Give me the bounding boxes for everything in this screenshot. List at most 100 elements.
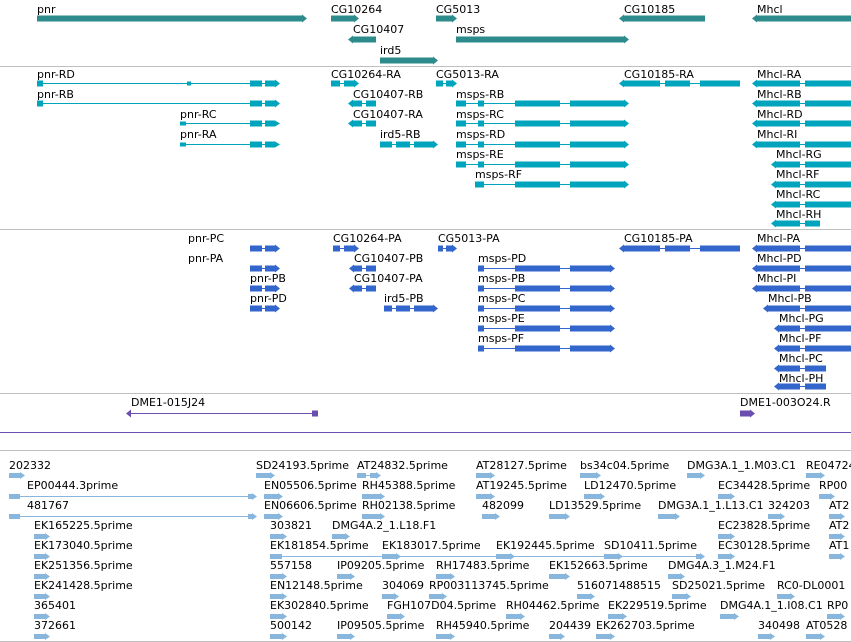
feature-label[interactable]: pnr-RD (37, 68, 75, 81)
feature-label[interactable]: ird5-RB (380, 128, 421, 141)
feature-label[interactable]: Mhcl (757, 3, 783, 16)
feature-label[interactable]: CG10407-RB (353, 88, 423, 101)
feature-glyph[interactable] (438, 244, 457, 253)
feature-glyph[interactable] (384, 304, 438, 313)
feature-label[interactable]: EK165225.5prime (34, 519, 133, 532)
feature-label[interactable]: DME1-015J24 (131, 396, 205, 409)
feature-label[interactable]: Mhcl-PH (779, 372, 823, 385)
feature-label[interactable]: pnr-PA (188, 252, 223, 265)
feature-label[interactable]: IP09205.5prime (337, 559, 424, 572)
feature-label[interactable]: DMG4A.1_1.I08.C1 (720, 599, 823, 612)
feature-glyph[interactable] (720, 613, 739, 620)
feature-label[interactable]: EC23828.5prime (718, 519, 810, 532)
feature-label[interactable]: 365401 (34, 599, 76, 612)
feature-label[interactable]: EK152663.5prime (549, 559, 648, 572)
feature-label[interactable]: pnr (37, 3, 55, 16)
feature-glyph[interactable] (482, 513, 500, 520)
feature-glyph[interactable] (806, 472, 825, 479)
feature-label[interactable]: EP00444.3prime (27, 479, 118, 492)
feature-label[interactable]: 557158 (270, 559, 312, 572)
feature-label[interactable]: LD13529.5prime (549, 499, 641, 512)
feature-label[interactable]: RC0-DL0001 (777, 579, 845, 592)
feature-label[interactable]: EK183017.5prime (382, 539, 481, 552)
feature-label[interactable]: msps-PF (478, 332, 524, 345)
feature-glyph[interactable] (180, 120, 280, 127)
feature-label[interactable]: AT19245.5prime (476, 479, 567, 492)
feature-label[interactable]: msps-RB (456, 88, 504, 101)
feature-label[interactable]: DMG4A.3_1.M24.F1 (668, 559, 776, 572)
feature-label[interactable]: RH17483.5prime (436, 559, 529, 572)
feature-label[interactable]: ird5 (380, 44, 401, 57)
feature-label[interactable]: CG5013-RA (436, 68, 499, 81)
feature-label[interactable]: pnr-PB (250, 272, 286, 285)
feature-glyph[interactable] (687, 472, 705, 479)
feature-glyph[interactable] (126, 409, 318, 418)
feature-label[interactable]: CG10185-PA (624, 232, 693, 245)
feature-label[interactable]: CG5013-PA (438, 232, 500, 245)
feature-label[interactable]: Mhcl-RA (757, 68, 801, 81)
feature-glyph[interactable] (476, 472, 495, 479)
feature-label[interactable]: 372661 (34, 619, 76, 632)
feature-glyph[interactable] (9, 472, 25, 479)
feature-label[interactable]: EK302840.5prime (270, 599, 369, 612)
feature-glyph[interactable] (436, 633, 455, 640)
feature-glyph[interactable] (348, 35, 376, 44)
feature-label[interactable]: RH45388.5prime (362, 479, 455, 492)
feature-label[interactable]: 482099 (482, 499, 524, 512)
feature-glyph[interactable] (456, 35, 629, 44)
feature-label[interactable]: Mhcl-PG (779, 312, 824, 325)
feature-label[interactable]: msps-RE (456, 148, 504, 161)
feature-label[interactable]: RH45940.5prime (436, 619, 529, 632)
feature-label[interactable]: Mhcl-PA (757, 232, 800, 245)
feature-label[interactable]: msps-RF (475, 168, 522, 181)
feature-glyph[interactable] (357, 472, 381, 479)
feature-label[interactable]: 324203 (768, 499, 810, 512)
feature-label[interactable]: EN05506.5prime (264, 479, 357, 492)
feature-glyph[interactable] (180, 141, 280, 148)
feature-label[interactable]: 516071488515 (577, 579, 661, 592)
feature-label[interactable]: EC30128.5prime (718, 539, 810, 552)
feature-glyph[interactable] (250, 244, 280, 253)
feature-glyph[interactable] (337, 633, 355, 640)
feature-label[interactable]: DMG3A.1_1.M03.C1 (687, 459, 796, 472)
feature-glyph[interactable] (250, 304, 280, 313)
feature-glyph[interactable] (619, 244, 740, 253)
feature-glyph[interactable] (806, 633, 825, 640)
feature-label[interactable]: RH04462.5prime (506, 599, 599, 612)
feature-label[interactable]: CG10264-RA (331, 68, 401, 81)
feature-label[interactable]: pnr-RB (37, 88, 74, 101)
feature-label[interactable]: DME1-003O24.R (740, 396, 831, 409)
feature-label[interactable]: 204439 (549, 619, 591, 632)
feature-label[interactable]: EN12148.5prime (270, 579, 363, 592)
feature-label[interactable]: EK229519.5prime (608, 599, 707, 612)
feature-glyph[interactable] (349, 284, 376, 293)
feature-glyph[interactable] (829, 553, 845, 560)
feature-label[interactable]: EC34428.5prime (718, 479, 810, 492)
feature-label[interactable]: Mhcl-PI (757, 272, 796, 285)
feature-label[interactable]: AT2 (829, 499, 849, 512)
feature-label[interactable]: SD25021.5prime (672, 579, 765, 592)
feature-label[interactable]: CG10185-RA (624, 68, 694, 81)
feature-label[interactable]: pnr-RC (180, 108, 217, 121)
feature-label[interactable]: CG10264 (331, 3, 382, 16)
feature-label[interactable]: CG10185 (624, 3, 675, 16)
feature-label[interactable]: pnr-RA (180, 128, 216, 141)
feature-glyph[interactable] (758, 633, 775, 640)
feature-label[interactable]: CG5013 (436, 3, 480, 16)
feature-label[interactable]: EK181854.5prime (270, 539, 369, 552)
feature-glyph[interactable] (740, 409, 755, 418)
feature-label[interactable]: msps-RC (456, 108, 504, 121)
feature-glyph[interactable] (580, 472, 601, 479)
feature-label[interactable]: msps-PB (478, 272, 525, 285)
feature-label[interactable]: DMG3A.1_1.L13.C1 (658, 499, 764, 512)
feature-label[interactable]: ird5-PB (384, 292, 424, 305)
feature-label[interactable]: SD24193.5prime (256, 459, 349, 472)
feature-glyph[interactable] (478, 344, 615, 353)
feature-label[interactable]: AT2 (829, 519, 849, 532)
feature-glyph[interactable] (270, 633, 287, 640)
feature-label[interactable]: msps-PC (478, 292, 525, 305)
feature-label[interactable]: EN06606.5prime (264, 499, 357, 512)
feature-label[interactable]: Mhcl-RG (776, 148, 822, 161)
feature-glyph[interactable] (34, 633, 50, 640)
feature-label[interactable]: AT1 (829, 539, 849, 552)
